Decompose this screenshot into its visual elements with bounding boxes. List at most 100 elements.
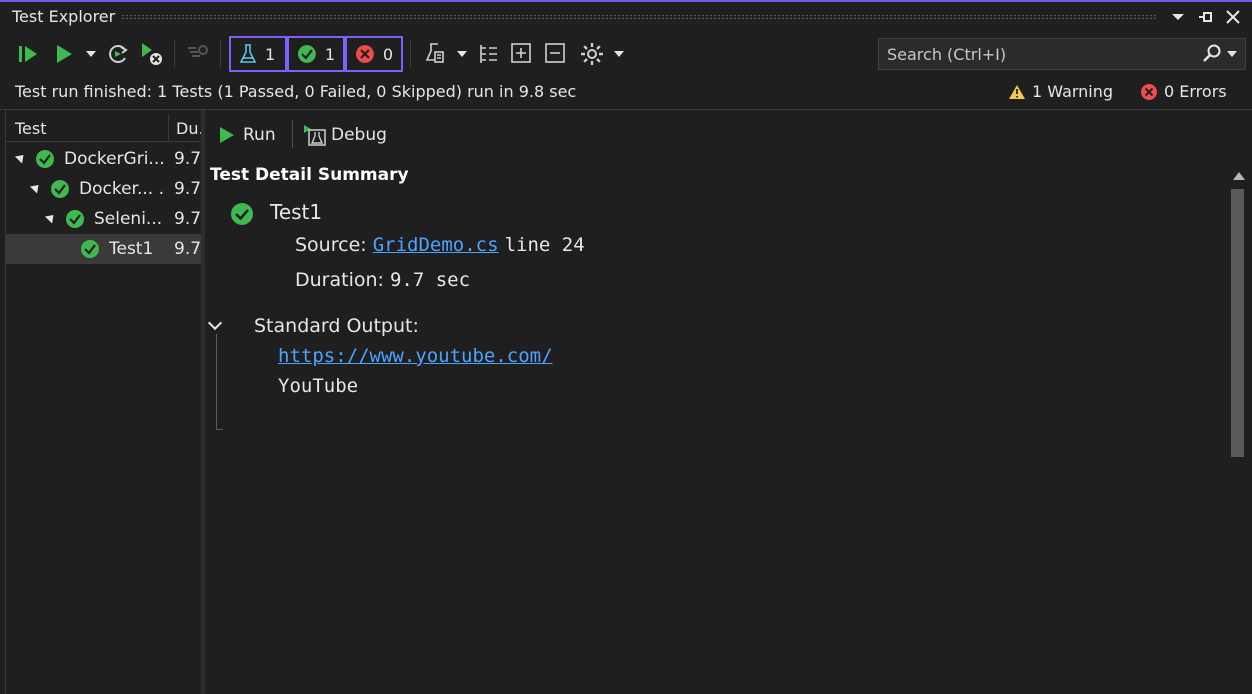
failed-tests-count: 0	[382, 44, 393, 64]
repeat-run-icon	[109, 45, 128, 63]
tree-row-name: Seleni...	[94, 209, 163, 229]
expander-icon[interactable]	[14, 151, 28, 164]
tree-row[interactable]: DockerGri... 9.7	[5, 144, 202, 174]
gear-icon	[581, 43, 603, 65]
run-status-message: Test run finished: 1 Tests (1 Passed, 0 …	[15, 82, 577, 101]
window-title: Test Explorer	[12, 7, 116, 26]
pin-button[interactable]	[1195, 5, 1217, 29]
debug-test-icon	[304, 125, 326, 146]
test-tree: Test Du. DockerGri... 9.7 Docker... . 9.…	[5, 112, 204, 694]
collapse-output-icon[interactable]	[207, 315, 223, 331]
run-test-button[interactable]: Run	[219, 120, 276, 150]
toolbar: 1 1 0	[0, 34, 1252, 74]
search-icon	[1203, 44, 1221, 62]
dropdown-arrow-icon	[457, 51, 467, 57]
search-input[interactable]	[879, 39, 1201, 69]
output-guide	[216, 334, 217, 430]
run-all-icon	[19, 46, 37, 62]
passed-icon	[51, 180, 69, 198]
expand-all-button[interactable]	[508, 38, 536, 70]
column-header-test[interactable]: Test	[15, 119, 47, 138]
passed-icon	[297, 45, 316, 63]
warning-icon	[1009, 84, 1025, 99]
drag-grip[interactable]	[121, 14, 1156, 20]
run-button[interactable]	[52, 38, 76, 70]
collapse-all-icon	[545, 43, 565, 63]
standard-output-label: Standard Output:	[254, 315, 419, 337]
play-icon	[57, 45, 72, 63]
vertical-scrollbar[interactable]	[1225, 162, 1252, 694]
source-line-number: line 24	[504, 234, 585, 256]
run-dropdown[interactable]	[84, 38, 98, 70]
repeat-last-run-button[interactable]	[104, 38, 132, 70]
passed-icon	[81, 240, 99, 258]
debug-test-label: Debug	[331, 125, 387, 145]
group-by-button[interactable]	[475, 38, 503, 70]
tree-row-name: Test1	[109, 239, 154, 259]
test-explorer-window: Test Explorer 1 1 0 Search (Ctrl+I) Test…	[0, 0, 1252, 694]
tree-row-duration: 9.7	[174, 149, 202, 169]
flask-icon	[239, 44, 257, 63]
dropdown-arrow-icon	[614, 51, 624, 57]
source-file-link[interactable]: GridDemo.cs	[373, 234, 499, 256]
settings-button[interactable]	[578, 38, 606, 70]
passed-tests-filter[interactable]: 1	[287, 36, 345, 72]
group-filter-button[interactable]	[184, 38, 212, 70]
filter-icon	[188, 45, 208, 57]
toolbar-separator	[220, 40, 221, 68]
tree-row-name: DockerGri...	[64, 149, 164, 169]
tree-row-name: Docker... .	[79, 179, 164, 199]
summary-title: Test Detail Summary	[210, 165, 409, 185]
tree-row-duration: 9.7	[174, 179, 202, 199]
debug-test-button[interactable]: Debug	[303, 120, 387, 150]
tree-row-duration: 9.7	[174, 239, 202, 259]
total-tests-filter[interactable]: 1	[229, 36, 287, 72]
column-header-duration[interactable]: Du.	[176, 119, 204, 138]
window-options-button[interactable]	[1167, 5, 1189, 29]
expander-icon[interactable]	[29, 181, 43, 194]
passed-icon	[66, 210, 84, 228]
tree-row[interactable]: Docker... . 9.7	[5, 174, 202, 204]
errors-count: 0 Errors	[1164, 82, 1227, 101]
source-line: Source: GridDemo.cs line 24	[295, 234, 585, 256]
expander-icon[interactable]	[44, 211, 58, 224]
output-url-link[interactable]: https://www.youtube.com/	[278, 345, 553, 367]
column-divider[interactable]	[168, 114, 169, 142]
warnings-link[interactable]: 1 Warning	[1008, 82, 1113, 101]
toolbar-separator	[292, 120, 293, 148]
settings-dropdown[interactable]	[612, 38, 626, 70]
tree-row[interactable]: Test1 9.7	[5, 234, 202, 264]
output-text: YouTube	[278, 375, 359, 397]
pin-icon	[1199, 12, 1212, 22]
dropdown-arrow-icon	[86, 51, 96, 57]
tree-row[interactable]: Seleni... 9.7	[5, 204, 202, 234]
test-name: Test1	[270, 200, 323, 224]
cancel-run-button[interactable]	[138, 38, 166, 70]
hierarchy-icon	[480, 45, 497, 63]
tree-row-duration: 9.7	[174, 209, 202, 229]
close-icon	[1226, 10, 1240, 24]
duration-value: 9.7 sec	[389, 269, 471, 291]
scroll-up-arrow-icon[interactable]	[1233, 172, 1245, 180]
test-detail-pane: Run Debug Test Detail Summary Test1 Sour…	[205, 110, 1252, 694]
run-all-button[interactable]	[14, 38, 42, 70]
error-icon	[1141, 83, 1157, 100]
scroll-thumb[interactable]	[1231, 189, 1244, 457]
passed-icon	[36, 150, 54, 168]
playlist-icon	[425, 43, 444, 63]
duration-label: Duration:	[295, 269, 384, 291]
output-guide	[216, 429, 223, 430]
failed-tests-filter[interactable]: 0	[345, 36, 403, 72]
collapse-all-button[interactable]	[542, 38, 570, 70]
search-box[interactable]	[878, 38, 1246, 70]
playlist-dropdown[interactable]	[455, 38, 469, 70]
playlist-button[interactable]	[421, 38, 449, 70]
title-bar: Test Explorer	[0, 0, 1252, 32]
close-button[interactable]	[1222, 5, 1244, 29]
tree-header: Test Du.	[5, 114, 204, 142]
play-icon	[220, 127, 234, 143]
failed-icon	[355, 45, 374, 63]
toolbar-separator	[174, 40, 175, 68]
total-tests-count: 1	[265, 44, 276, 64]
errors-link[interactable]: 0 Errors	[1140, 82, 1227, 101]
